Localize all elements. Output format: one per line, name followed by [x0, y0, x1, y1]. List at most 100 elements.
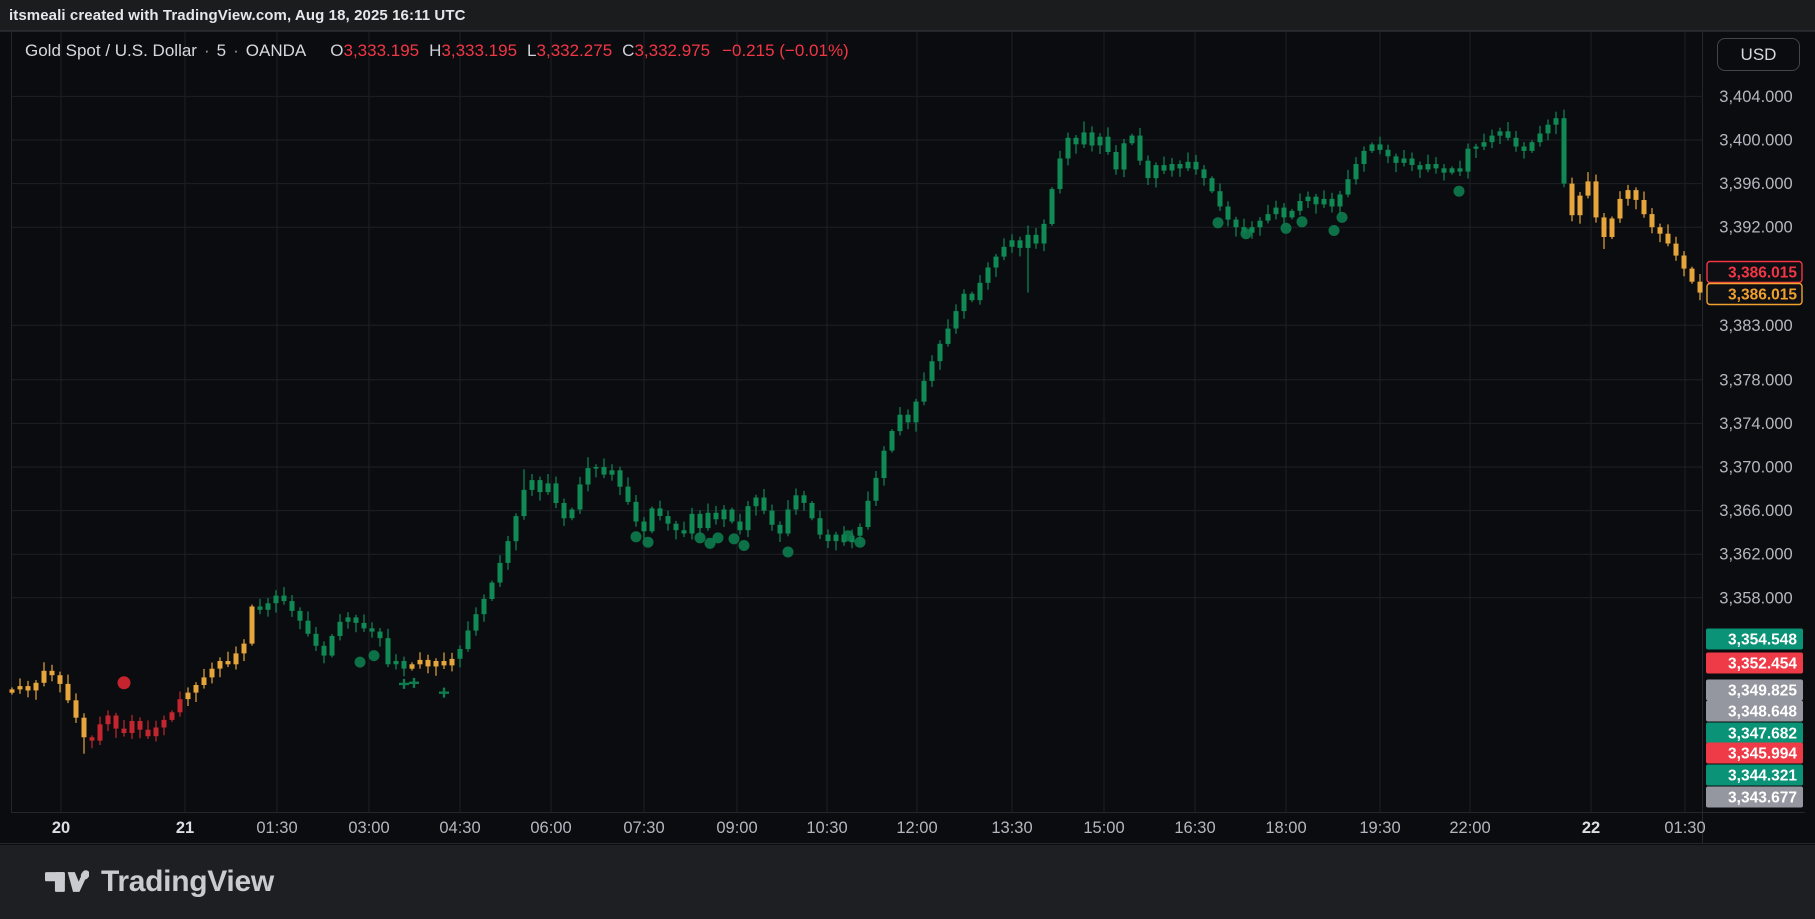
candle-body: [1002, 247, 1007, 257]
candle-body: [1066, 138, 1071, 159]
time-tick-label: 04:30: [439, 819, 480, 837]
candle-body: [762, 498, 767, 511]
candle-body: [226, 661, 231, 664]
candle-body: [1154, 165, 1159, 178]
candle-body: [354, 617, 359, 623]
green-cross-marker: [439, 688, 449, 698]
price-tick-label: 3,378.000: [1719, 371, 1792, 389]
symbol-title[interactable]: Gold Spot / U.S. Dollar: [25, 41, 197, 60]
candle-body: [674, 524, 679, 531]
candle-body: [1410, 159, 1415, 166]
price-tick-label: 3,396.000: [1719, 175, 1792, 193]
footer-bar: TradingView: [0, 845, 1815, 919]
candle-body: [10, 689, 15, 692]
close-label: C: [622, 41, 634, 60]
candle-body: [170, 712, 175, 720]
candle-body: [298, 611, 303, 621]
candle-body: [274, 596, 279, 604]
candle-body: [802, 495, 807, 503]
candle-body: [1618, 199, 1623, 219]
candle-body: [594, 467, 599, 469]
candle-body: [1578, 196, 1583, 216]
green-dot-marker: [783, 547, 794, 558]
candle-body: [1626, 190, 1631, 199]
candle-body: [338, 622, 343, 636]
candle-body: [1490, 136, 1495, 143]
candle-body: [1090, 132, 1095, 145]
candle-body: [1106, 137, 1111, 152]
candle-body: [1074, 138, 1079, 145]
candle-body: [1698, 282, 1703, 293]
candle-body: [650, 508, 655, 531]
candle-body: [1442, 168, 1447, 172]
chart-legend: Gold Spot / U.S. Dollar·5·OANDAO3,333.19…: [25, 41, 849, 61]
interval-label[interactable]: 5: [217, 41, 226, 60]
candle-body: [1594, 181, 1599, 217]
time-tick-label: 09:00: [716, 819, 757, 837]
candle-body: [1050, 189, 1055, 224]
candle-body: [778, 525, 783, 534]
green-dot-marker: [1281, 223, 1292, 234]
candle-body: [810, 503, 815, 518]
price-level-label-text: 3,344.321: [1728, 768, 1797, 785]
candle-body: [130, 721, 135, 733]
candle-body: [634, 502, 639, 522]
candle-body: [1034, 235, 1039, 244]
candle-body: [362, 623, 367, 629]
candle-body: [722, 510, 727, 520]
candle-body: [1026, 235, 1031, 248]
time-tick-label: 07:30: [623, 819, 664, 837]
green-dot-marker: [643, 537, 654, 548]
candle-body: [42, 671, 47, 683]
candle-body: [1538, 134, 1543, 143]
time-tick-label: 06:00: [530, 819, 571, 837]
candle-body: [1418, 165, 1423, 169]
candle-body: [1402, 159, 1407, 163]
candle-body: [26, 686, 31, 690]
chart-region: 3,404.0003,400.0003,396.0003,392.0003,38…: [0, 31, 1815, 845]
candle-body: [642, 522, 647, 532]
candle-body: [1586, 181, 1591, 195]
candle-body: [402, 661, 407, 669]
tradingview-logo[interactable]: TradingView: [45, 865, 274, 899]
candle-body: [962, 294, 967, 311]
time-tick-label: 16:30: [1174, 819, 1215, 837]
candle-body: [994, 257, 999, 268]
candle-body: [906, 415, 911, 423]
price-tick-label: 3,400.000: [1719, 132, 1792, 150]
price-tick-label: 3,370.000: [1719, 459, 1792, 477]
candle-body: [1194, 162, 1199, 170]
candle-body: [586, 468, 591, 484]
price-chart[interactable]: 3,404.0003,400.0003,396.0003,392.0003,38…: [0, 0, 1815, 845]
candle-body: [146, 730, 151, 737]
currency-button[interactable]: USD: [1717, 38, 1800, 71]
candle-body: [194, 685, 199, 693]
green-cross-marker: [409, 678, 419, 688]
candle-body: [58, 675, 63, 684]
candle-body: [162, 720, 167, 728]
candle-body: [682, 530, 687, 533]
candle-body: [514, 516, 519, 541]
candle-body: [394, 661, 399, 664]
candle-body: [1010, 240, 1015, 247]
candle-body: [1378, 144, 1383, 150]
candle-body: [1682, 256, 1687, 269]
green-dot-marker: [843, 530, 854, 541]
high-value: 3,333.195: [441, 41, 517, 60]
green-dot-marker: [1297, 216, 1308, 227]
candle-body: [690, 514, 695, 534]
candle-body: [970, 294, 975, 301]
candle-body: [1642, 200, 1647, 214]
candle-body: [1522, 147, 1527, 151]
candle-body: [618, 470, 623, 486]
candle-body: [74, 700, 79, 717]
candle-body: [370, 628, 375, 631]
candle-body: [554, 483, 559, 503]
candle-body: [866, 501, 871, 527]
candle-body: [1554, 118, 1559, 125]
time-tick-label: 12:00: [896, 819, 937, 837]
candle-body: [1186, 162, 1191, 169]
candle-body: [714, 513, 719, 520]
candle-body: [258, 607, 263, 610]
candle-body: [1666, 234, 1671, 244]
